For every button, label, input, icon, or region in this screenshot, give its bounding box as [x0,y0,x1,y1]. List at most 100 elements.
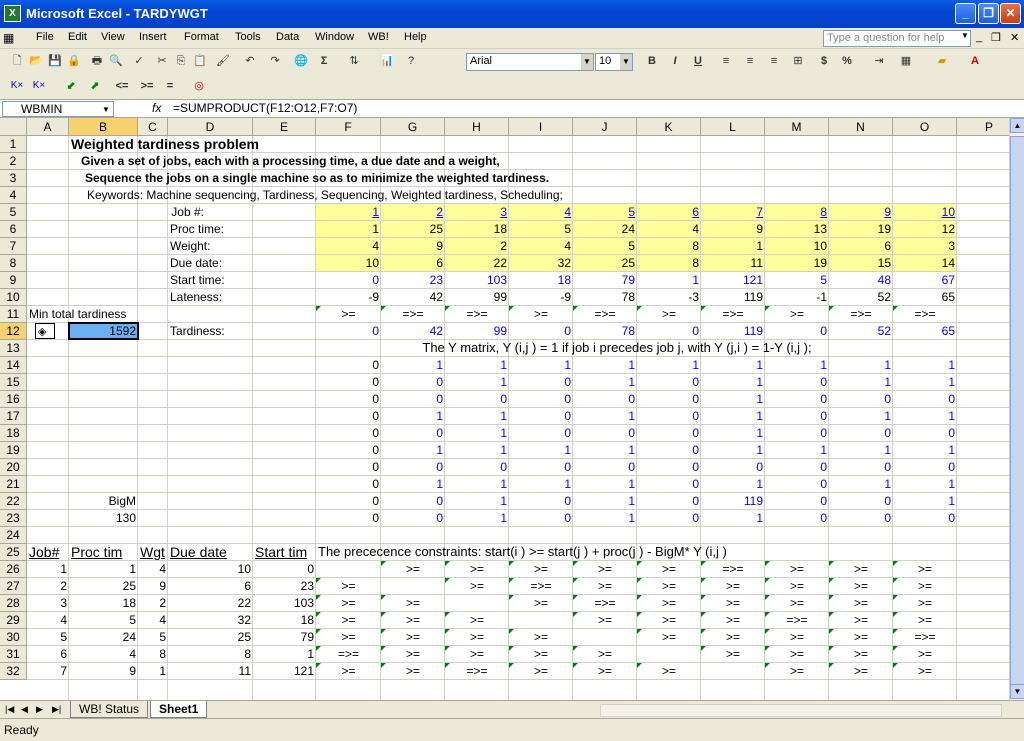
job-start-cell[interactable]: 121 [701,272,765,288]
y-matrix-cell[interactable]: 1 [509,442,573,458]
solver-icon[interactable]: ◈ [35,323,55,339]
y-matrix-cell[interactable]: 0 [765,408,829,424]
y-matrix-cell[interactable]: 1 [701,357,765,373]
y-matrix-cell[interactable]: 0 [509,493,573,509]
precedence-cell[interactable]: >= [765,663,829,679]
open-icon[interactable]: 📂 [27,53,45,69]
job-proc-cell[interactable]: 24 [573,221,637,237]
precedence-cell[interactable]: >= [701,578,765,594]
y-matrix-cell[interactable]: 1 [573,510,637,526]
precedence-cell[interactable]: >= [637,595,701,611]
row-label-due[interactable]: Due date: [168,255,222,271]
job-tard-cell[interactable]: 119 [701,323,765,339]
precedence-cell[interactable]: >= [829,595,893,611]
y-matrix-cell[interactable]: 0 [637,425,701,441]
constraint-sign-cell[interactable]: >= [509,306,573,322]
job-tard-cell[interactable]: 0 [765,323,829,339]
precedence-cell[interactable]: >= [573,578,637,594]
keywords-text[interactable]: Keywords: Machine sequencing, Tardiness,… [69,187,769,203]
precedence-cell[interactable]: >= [765,595,829,611]
row-header-1[interactable]: 1 [0,136,27,153]
precedence-cell[interactable]: >= [509,663,573,679]
precedence-cell[interactable]: >= [701,595,765,611]
y-matrix-cell[interactable]: 1 [381,408,445,424]
y-matrix-cell[interactable]: 0 [509,374,573,390]
job-proc-cell[interactable]: 1 [316,221,381,237]
table-cell[interactable]: 25 [168,629,253,645]
precedence-cell[interactable]: >= [893,595,957,611]
worksheet-grid[interactable]: A B C D E F G H I J K L M N O P 1 2 3 4 5 6 7 8 9 10 11 12 13 14 15 16 1… [0,118,1009,700]
column-header-c[interactable]: C [138,118,168,136]
y-matrix-cell[interactable]: 0 [829,493,893,509]
row-header-22[interactable]: 22 [0,493,27,510]
table-cell[interactable]: 10 [168,561,253,577]
table-header-hdr_wgt[interactable]: Wgt [138,544,168,560]
last-sheet-icon[interactable]: ▶| [52,704,61,715]
job-wgt-cell[interactable]: 8 [637,238,701,254]
job-wgt-cell[interactable]: 1 [701,238,765,254]
y-matrix-cell[interactable]: 0 [573,459,637,475]
precedence-cell[interactable]: >= [637,561,701,577]
column-header-o[interactable]: O [893,118,957,136]
precedence-cell[interactable]: >= [893,612,957,628]
y-matrix-cell[interactable]: 1 [445,493,509,509]
name-box[interactable]: WBMIN ▼ [2,101,114,117]
job-late-cell[interactable]: -3 [637,289,701,305]
y-matrix-cell[interactable]: 0 [893,459,957,475]
constraint-sign-cell[interactable]: >= [316,306,381,322]
job-proc-cell[interactable]: 4 [637,221,701,237]
row-header-7[interactable]: 7 [0,238,27,255]
job-late-cell[interactable]: 42 [381,289,445,305]
select-all-corner[interactable] [0,118,27,136]
print-preview-icon[interactable]: 🔍 [107,53,125,69]
row-header-25[interactable]: 25 [0,544,27,561]
y-matrix-cell[interactable]: 0 [829,510,893,526]
row-header-20[interactable]: 20 [0,459,27,476]
row-header-5[interactable]: 5 [0,204,27,221]
table-cell[interactable]: 1 [69,561,138,577]
row-header-32[interactable]: 32 [0,663,27,680]
y-matrix-cell[interactable]: 1 [701,408,765,424]
row-header-14[interactable]: 14 [0,357,27,374]
precedence-cell[interactable]: >= [765,646,829,662]
job-due-cell[interactable]: 8 [637,255,701,271]
precedence-cell[interactable]: >= [445,578,509,594]
table-cell[interactable]: 103 [253,595,316,611]
job-tard-cell[interactable]: 99 [445,323,509,339]
precedence-cell[interactable]: >= [381,663,445,679]
y-matrix-cell[interactable]: 1 [893,476,957,492]
scroll-up-icon[interactable]: ▲ [1010,118,1024,133]
job-wgt-cell[interactable]: 6 [829,238,893,254]
job-proc-cell[interactable]: 9 [701,221,765,237]
row-header-27[interactable]: 27 [0,578,27,595]
column-header-g[interactable]: G [381,118,445,136]
workbook-close-button[interactable]: ✕ [1010,31,1019,44]
y-matrix-cell[interactable]: 1 [445,510,509,526]
table-cell[interactable]: 2 [27,578,69,594]
precedence-cell[interactable]: >= [445,612,509,628]
y-matrix-cell[interactable]: 0 [316,442,381,458]
y-matrix-cell[interactable]: 1 [445,408,509,424]
y-matrix-cell[interactable]: 1 [893,374,957,390]
redo-icon[interactable]: ↷ [266,53,284,69]
fill-color-icon[interactable]: ▰ [933,53,951,69]
job-proc-cell[interactable]: 12 [893,221,957,237]
precedence-cell[interactable]: >= [445,629,509,645]
row-header-30[interactable]: 30 [0,629,27,646]
y-matrix-cell[interactable]: 1 [509,476,573,492]
menu-data[interactable]: Data [276,31,299,43]
job-num-cell[interactable]: 10 [893,204,957,220]
precedence-cell[interactable]: >= [701,629,765,645]
job-num-cell[interactable]: 3 [445,204,509,220]
job-due-cell[interactable]: 19 [765,255,829,271]
y-matrix-cell[interactable]: 0 [893,425,957,441]
precedence-cell[interactable]: >= [893,578,957,594]
job-start-cell[interactable]: 1 [637,272,701,288]
job-num-cell[interactable]: 7 [701,204,765,220]
job-start-cell[interactable]: 5 [765,272,829,288]
row-label-weight[interactable]: Weight: [168,238,210,254]
job-tard-cell[interactable]: 42 [381,323,445,339]
y-matrix-cell[interactable]: 0 [316,391,381,407]
precedence-cell[interactable]: =>= [893,629,957,645]
wb-min-icon[interactable]: ⬋ [62,78,80,94]
